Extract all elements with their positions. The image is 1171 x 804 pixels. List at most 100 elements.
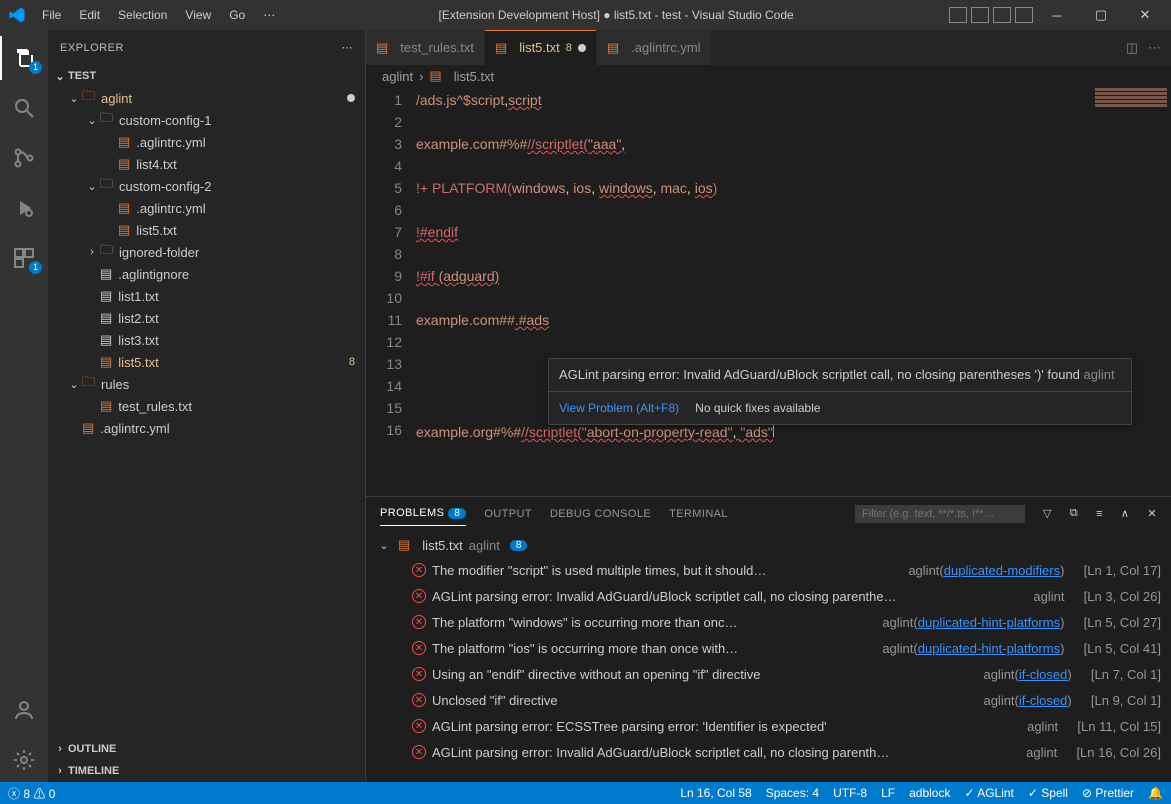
layout-icon[interactable]	[1015, 7, 1033, 23]
window-minimize-icon[interactable]: ─	[1039, 1, 1075, 29]
tree-file[interactable]: ▤.aglintrc.yml	[48, 197, 365, 219]
problem-row[interactable]: ✕AGLint parsing error: ECSSTree parsing …	[376, 713, 1161, 739]
panel-debug-tab[interactable]: DEBUG CONSOLE	[550, 502, 651, 526]
status-errors[interactable]: ⓧ 8 ⚠ 0	[8, 785, 55, 802]
status-language[interactable]: adblock	[909, 786, 950, 800]
tree-file[interactable]: ▤list5.txt8	[48, 351, 365, 373]
outline-header[interactable]: ›OUTLINE	[48, 738, 365, 760]
activity-account-icon[interactable]	[0, 688, 48, 732]
file-icon: ▤	[495, 40, 507, 56]
problem-row[interactable]: ✕The modifier "script" is used multiple …	[376, 557, 1161, 583]
tree-file[interactable]: ▤.aglintrc.yml	[48, 131, 365, 153]
activity-explorer-icon[interactable]: 1	[0, 36, 48, 80]
tree-folder[interactable]: ⌄🗀custom-config-2	[48, 175, 365, 197]
status-spell[interactable]: ✓ Spell	[1028, 786, 1068, 800]
layout-buttons	[949, 7, 1033, 23]
status-cursor[interactable]: Ln 16, Col 58	[680, 786, 751, 800]
bottom-panel: PROBLEMS8 OUTPUT DEBUG CONSOLE TERMINAL …	[366, 496, 1171, 782]
problems-file-row[interactable]: ⌄▤ list5.txt aglint 8	[376, 533, 1161, 557]
tree-file[interactable]: ▤.aglintrc.yml	[48, 417, 365, 439]
problems-filter-input[interactable]	[855, 505, 1025, 523]
activity-bar: 1 1	[0, 30, 48, 782]
filter-icon[interactable]: ▽	[1043, 507, 1052, 520]
file-icon: ▤	[607, 40, 619, 56]
status-bar: ⓧ 8 ⚠ 0 Ln 16, Col 58 Spaces: 4 UTF-8 LF…	[0, 782, 1171, 804]
collapse-all-icon[interactable]: ⧉	[1070, 507, 1078, 520]
view-mode-icon[interactable]: ≡	[1096, 508, 1103, 520]
status-eol[interactable]: LF	[881, 786, 895, 800]
tab-aglintrc[interactable]: ▤.aglintrc.yml	[597, 30, 712, 65]
minimap[interactable]	[1091, 87, 1171, 137]
menu-view[interactable]: View	[177, 4, 219, 26]
activity-badge: 1	[29, 61, 42, 74]
menu-selection[interactable]: Selection	[110, 4, 175, 26]
status-aglint[interactable]: ✓ AGLint	[964, 786, 1013, 800]
activity-settings-icon[interactable]	[0, 738, 48, 782]
status-prettier[interactable]: ⊘ Prettier	[1082, 786, 1134, 800]
menu-bar: File Edit Selection View Go ⋯	[34, 4, 283, 26]
tree-file[interactable]: ▤list4.txt	[48, 153, 365, 175]
tree-file[interactable]: ▤test_rules.txt	[48, 395, 365, 417]
menu-go[interactable]: Go	[221, 4, 253, 26]
panel-output-tab[interactable]: OUTPUT	[484, 502, 532, 526]
problem-row[interactable]: ✕AGLint parsing error: Invalid AdGuard/u…	[376, 583, 1161, 609]
tree-file[interactable]: ▤list2.txt	[48, 307, 365, 329]
problem-row[interactable]: ✕The platform "windows" is occurring mor…	[376, 609, 1161, 635]
layout-icon[interactable]	[971, 7, 989, 23]
tree-folder[interactable]: ⌄🗀custom-config-1	[48, 109, 365, 131]
titlebar: File Edit Selection View Go ⋯ [Extension…	[0, 0, 1171, 30]
tab-list5[interactable]: ▤list5.txt8	[485, 30, 597, 65]
scroll-up-icon[interactable]: ∧	[1121, 507, 1129, 520]
timeline-header[interactable]: ›TIMELINE	[48, 760, 365, 782]
layout-icon[interactable]	[993, 7, 1011, 23]
activity-search-icon[interactable]	[0, 86, 48, 130]
tree-file[interactable]: ▤.aglintignore	[48, 263, 365, 285]
view-problem-link[interactable]: View Problem (Alt+F8)	[559, 398, 679, 418]
split-editor-icon[interactable]: ◫	[1126, 40, 1138, 56]
line-gutter: 12345678910111213141516	[366, 87, 416, 496]
tree-file[interactable]: ▤list5.txt	[48, 219, 365, 241]
panel-problems-tab[interactable]: PROBLEMS8	[380, 501, 466, 526]
problems-body: ⌄▤ list5.txt aglint 8 ✕The modifier "scr…	[366, 530, 1171, 782]
file-icon: ▤	[398, 537, 410, 553]
problem-row[interactable]: ✕Unclosed "if" directiveaglint(if-closed…	[376, 687, 1161, 713]
menu-file[interactable]: File	[34, 4, 69, 26]
activity-scm-icon[interactable]	[0, 136, 48, 180]
activity-badge: 1	[29, 261, 42, 274]
tree-file[interactable]: ▤list1.txt	[48, 285, 365, 307]
status-encoding[interactable]: UTF-8	[833, 786, 867, 800]
problem-row[interactable]: ✕The platform "ios" is occurring more th…	[376, 635, 1161, 661]
layout-icon[interactable]	[949, 7, 967, 23]
file-tree: ⌄🗀aglint⌄🗀custom-config-1▤.aglintrc.yml▤…	[48, 87, 365, 738]
vscode-logo-icon	[8, 6, 26, 24]
diagnostic-hover: AGLint parsing error: Invalid AdGuard/uB…	[548, 358, 1132, 425]
activity-debug-icon[interactable]	[0, 186, 48, 230]
panel-terminal-tab[interactable]: TERMINAL	[669, 502, 728, 526]
code-content[interactable]: /ads.js^$script,script example.com#%#//s…	[416, 87, 1171, 496]
no-quick-fixes-label: No quick fixes available	[695, 398, 820, 418]
tree-file[interactable]: ▤list3.txt	[48, 329, 365, 351]
window-close-icon[interactable]: ✕	[1127, 1, 1163, 29]
explorer-sidebar: EXPLORER⋯ ⌄TEST ⌄🗀aglint⌄🗀custom-config-…	[48, 30, 366, 782]
status-spaces[interactable]: Spaces: 4	[766, 786, 819, 800]
dirty-dot-icon	[578, 44, 586, 52]
editor-tabs: ▤test_rules.txt ▤list5.txt8 ▤.aglintrc.y…	[366, 30, 1171, 65]
tree-folder[interactable]: ⌄🗀aglint	[48, 87, 365, 109]
tab-test-rules[interactable]: ▤test_rules.txt	[366, 30, 485, 65]
tree-folder[interactable]: ›🗀ignored-folder	[48, 241, 365, 263]
project-header[interactable]: ⌄TEST	[48, 65, 365, 87]
breadcrumb[interactable]: aglint›▤list5.txt	[366, 65, 1171, 87]
menu-edit[interactable]: Edit	[71, 4, 108, 26]
menu-more-icon[interactable]: ⋯	[255, 4, 283, 26]
status-bell-icon[interactable]: 🔔	[1148, 786, 1163, 800]
activity-extensions-icon[interactable]: 1	[0, 236, 48, 280]
explorer-more-icon[interactable]: ⋯	[342, 41, 354, 54]
editor-body[interactable]: 12345678910111213141516 /ads.js^$script,…	[366, 87, 1171, 496]
tree-folder[interactable]: ⌄🗀rules	[48, 373, 365, 395]
problem-row[interactable]: ✕AGLint parsing error: Invalid AdGuard/u…	[376, 739, 1161, 765]
window-maximize-icon[interactable]: ▢	[1083, 1, 1119, 29]
problem-row[interactable]: ✕Using an "endif" directive without an o…	[376, 661, 1161, 687]
editor-more-icon[interactable]: ⋯	[1148, 40, 1161, 56]
panel-close-icon[interactable]: ✕	[1147, 507, 1157, 520]
window-title: [Extension Development Host] ● list5.txt…	[283, 8, 949, 22]
